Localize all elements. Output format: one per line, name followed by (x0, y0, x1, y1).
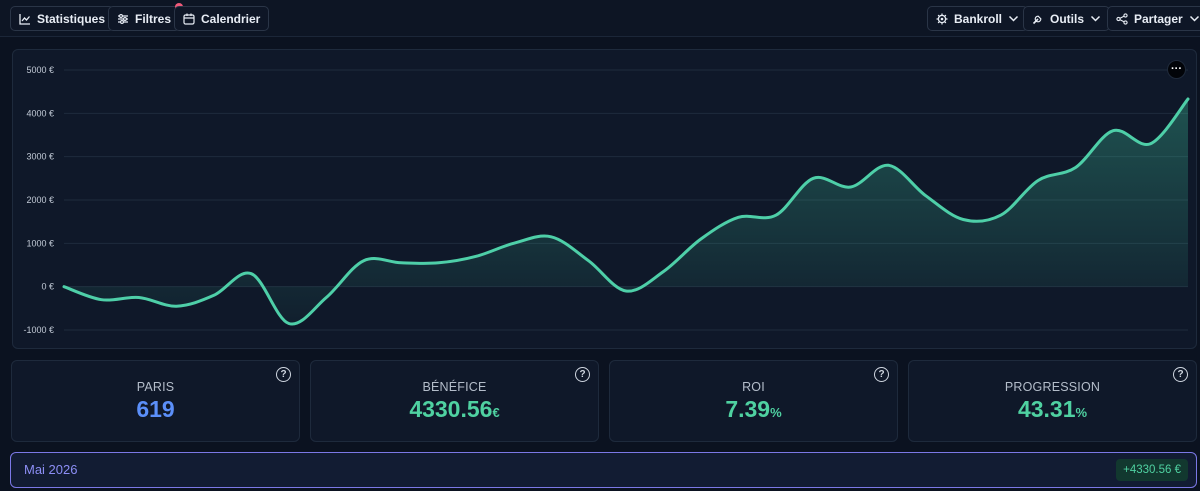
stat-value-number: 7.39 (725, 396, 771, 422)
stat-value: 7.39% (610, 396, 897, 423)
help-icon[interactable]: ? (1173, 367, 1188, 382)
stat-value: 619 (12, 396, 299, 423)
stat-value-number: 43.31 (1017, 396, 1076, 422)
chevron-down-icon (1189, 15, 1199, 22)
filters-button[interactable]: Filtres (108, 3, 184, 31)
stat-value: 4330.56€ (311, 396, 598, 423)
statistics-button[interactable]: Statistiques (10, 6, 115, 31)
share-icon (1116, 12, 1128, 25)
y-tick-label: 2000 € (26, 195, 54, 205)
stat-value: 43.31% (909, 396, 1196, 423)
stat-card-progression: PROGRESSION 43.31% ? (908, 360, 1197, 442)
share-dropdown[interactable]: Partager (1107, 6, 1200, 31)
stat-label: ROI (742, 380, 765, 394)
y-tick-label: -1000 € (23, 325, 54, 335)
stat-card-profit: BÉNÉFICE 4330.56€ ? (310, 360, 599, 442)
profit-chart-card: 5000 € 4000 € 3000 € 2000 € 1000 € 0 € -1000 €… (12, 49, 1197, 349)
gear-icon (936, 13, 948, 24)
tools-dropdown[interactable]: Outils (1023, 6, 1111, 31)
stat-label: BÉNÉFICE (422, 380, 487, 394)
statistics-button-label: Statistiques (37, 11, 106, 26)
calendar-icon (183, 13, 195, 25)
month-total-badge: +4330.56 € (1116, 459, 1188, 481)
help-icon[interactable]: ? (276, 367, 291, 382)
bankroll-dropdown[interactable]: Bankroll (927, 6, 1029, 31)
chevron-down-icon (1008, 15, 1019, 22)
month-name: Mai 2026 (24, 462, 78, 477)
calendar-button[interactable]: Calendrier (174, 6, 270, 31)
stat-value-unit: % (1075, 405, 1088, 420)
sliders-icon (118, 13, 128, 24)
y-tick-label: 3000 € (26, 152, 54, 162)
y-tick-label: 5000 € (26, 65, 54, 75)
stat-value-unit: % (770, 405, 782, 420)
stat-card-bets: PARIS 619 ? (11, 360, 300, 442)
y-tick-label: 1000 € (26, 238, 54, 248)
share-label: Partager (1134, 11, 1183, 26)
stat-card-roi: ROI 7.39% ? (609, 360, 898, 442)
top-toolbar: Statistiques Filtres Calendrier Bankroll (0, 0, 1200, 37)
bankroll-label: Bankroll (954, 11, 1003, 26)
stat-label: PARIS (136, 380, 175, 394)
month-row[interactable]: Mai 2026 +4330.56 € (10, 452, 1197, 488)
stat-value-unit: € (492, 405, 500, 420)
y-tick-label: 4000 € (26, 108, 54, 118)
profit-chart: 5000 € 4000 € 3000 € 2000 € 1000 € 0 € -1000 € (23, 65, 1190, 335)
stat-value-number: 4330.56 (409, 396, 493, 422)
wrench-icon (1032, 15, 1042, 24)
chevron-down-icon (1090, 15, 1101, 22)
tools-label: Outils (1050, 11, 1085, 26)
chart-more-button[interactable]: ··· (1167, 60, 1186, 79)
help-icon[interactable]: ? (575, 367, 590, 382)
help-icon[interactable]: ? (874, 367, 889, 382)
stat-value-number: 619 (136, 396, 175, 422)
filters-button-label: Filtres (135, 11, 172, 26)
line-chart-icon (19, 13, 30, 25)
stat-label: PROGRESSION (1004, 380, 1101, 394)
calendar-button-label: Calendrier (201, 11, 261, 26)
y-tick-label: 0 € (41, 282, 54, 292)
